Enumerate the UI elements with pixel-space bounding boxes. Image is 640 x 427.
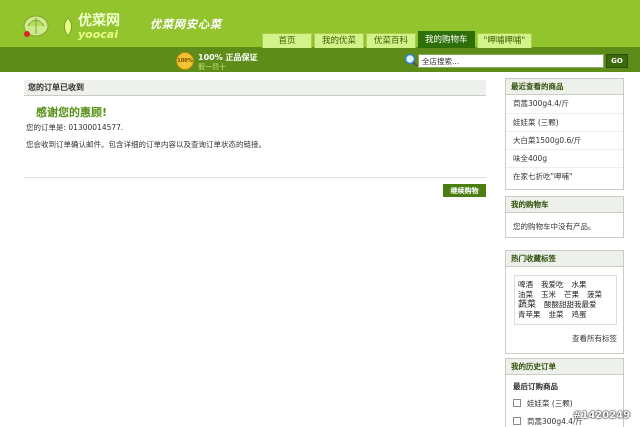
tag-link[interactable]: 菠菜 (587, 290, 602, 300)
tag-link[interactable]: 油菜 (518, 290, 533, 300)
recent-item[interactable]: 在家七折吃"呷哺" (506, 167, 623, 185)
tag-link[interactable]: 韭菜 (549, 310, 564, 320)
nav-tab-encyclopedia[interactable]: 优菜百科 (366, 33, 416, 48)
search-icon (404, 53, 418, 67)
tag-link[interactable]: 水果 (572, 280, 587, 290)
recent-item[interactable]: 大白菜1500g0.6/斤 (506, 131, 623, 149)
tag-link[interactable]: 芒果 (564, 290, 579, 300)
search-go-button[interactable]: GO (606, 54, 628, 68)
search-input[interactable] (418, 54, 604, 68)
brand-name-cn: 优菜网 (78, 13, 120, 29)
main-nav: 首页 我的优菜 优菜百科 我的购物车 "呷哺呷哺" (262, 31, 534, 48)
tag-link[interactable]: 青苹果 (518, 310, 541, 320)
popular-tags-box: 热门收藏标签 啤酒 我爱吃 水果油菜 玉米 芒果 菠菜蔬菜 酸酸甜甜我最爱青苹果 韭菜 鸡蛋 查… (505, 250, 624, 354)
order-number: 您的订单是: 01300014577. (26, 123, 124, 132)
tag-link[interactable]: 啤酒 (518, 280, 533, 290)
cabbage-icon (23, 15, 49, 37)
nav-tab-my-cart[interactable]: 我的购物车 (418, 31, 475, 48)
header: 优菜网 yoocai 优菜网安心菜 首页 我的优菜 优菜百科 我的购物车 "呷哺… (0, 0, 640, 48)
thanks-heading: 感谢您的惠顾! (36, 106, 108, 119)
order-history-title: 我的历史订单 (506, 359, 623, 375)
recent-item[interactable]: 娃娃菜 (三颗) (506, 113, 623, 131)
last-ordered-subtitle: 最后订购商品 (513, 382, 558, 391)
guarantee-subtext: 假一罚十 (198, 63, 226, 71)
divider (24, 177, 486, 178)
leaf-icon (64, 17, 72, 37)
brand-name-en: yoocai (78, 28, 118, 41)
page-title: 您的订单已收到 (24, 80, 486, 96)
recently-viewed-box: 最近查看的商品 茼蒿300g4.4/斤 娃娃菜 (三颗) 大白菜1500g0.6… (505, 78, 624, 190)
history-item-checkbox[interactable] (513, 417, 521, 425)
confirmation-message: 您会收到订单确认邮件。包含详细的订单内容以及查询订单状态的链接。 (26, 140, 266, 149)
cart-empty-message: 您的购物车中没有产品。 (513, 222, 596, 231)
nav-tab-my-yoocai[interactable]: 我的优菜 (314, 33, 364, 48)
tag-cloud: 啤酒 我爱吃 水果油菜 玉米 芒果 菠菜蔬菜 酸酸甜甜我最爱青苹果 韭菜 鸡蛋 (514, 275, 617, 325)
watermark: #1420249 (573, 410, 631, 421)
recent-item[interactable]: 味全400g (506, 149, 623, 167)
recent-item[interactable]: 茼蒿300g4.4/斤 (506, 95, 623, 113)
cart-box: 我的购物车 您的购物车中没有产品。 (505, 196, 624, 238)
logo[interactable]: 优菜网 yoocai (22, 6, 157, 44)
recently-viewed-title: 最近查看的商品 (506, 79, 623, 95)
continue-shopping-button[interactable]: 继续购物 (443, 184, 486, 197)
brand-slogan: 优菜网安心菜 (150, 18, 222, 31)
history-item-label[interactable]: 娃娃菜 (三颗) (527, 398, 573, 409)
tag-link[interactable]: 我爱吃 (541, 280, 564, 290)
popular-tags-title: 热门收藏标签 (506, 251, 623, 267)
tag-link[interactable]: 酸酸甜甜我最爱 (544, 300, 597, 310)
nav-tab-home[interactable]: 首页 (262, 33, 312, 48)
cart-title: 我的购物车 (506, 197, 623, 213)
tag-link[interactable]: 玉米 (541, 290, 556, 300)
tag-link[interactable]: 鸡蛋 (572, 310, 587, 320)
nav-tab-shabu[interactable]: "呷哺呷哺" (476, 33, 533, 48)
view-all-tags-link[interactable]: 查看所有标签 (506, 329, 623, 350)
tag-link[interactable]: 蔬菜 (518, 300, 536, 310)
history-item-checkbox[interactable] (513, 399, 521, 407)
guarantee-badge-icon: 100% (176, 52, 194, 70)
